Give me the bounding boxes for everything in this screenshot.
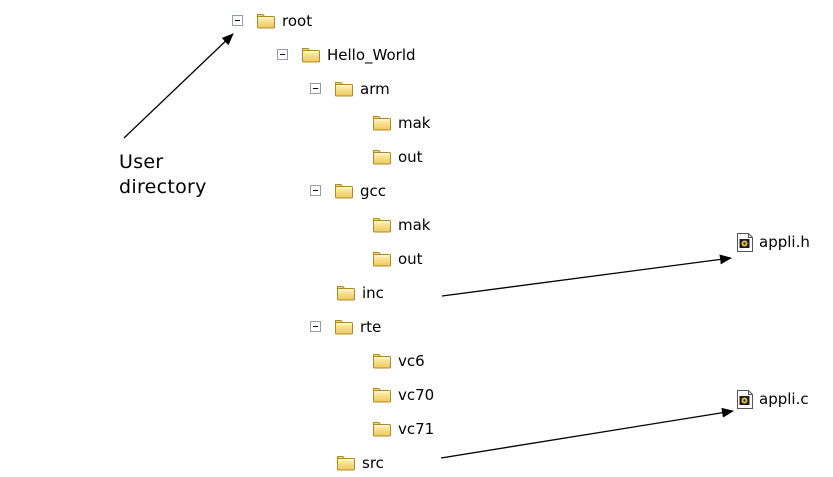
arrow-inc-to-appli-h bbox=[441, 254, 732, 297]
arrow-src-to-appli-c bbox=[440, 407, 734, 459]
arrow-to-root bbox=[123, 33, 234, 139]
annotation-arrows bbox=[123, 33, 734, 459]
